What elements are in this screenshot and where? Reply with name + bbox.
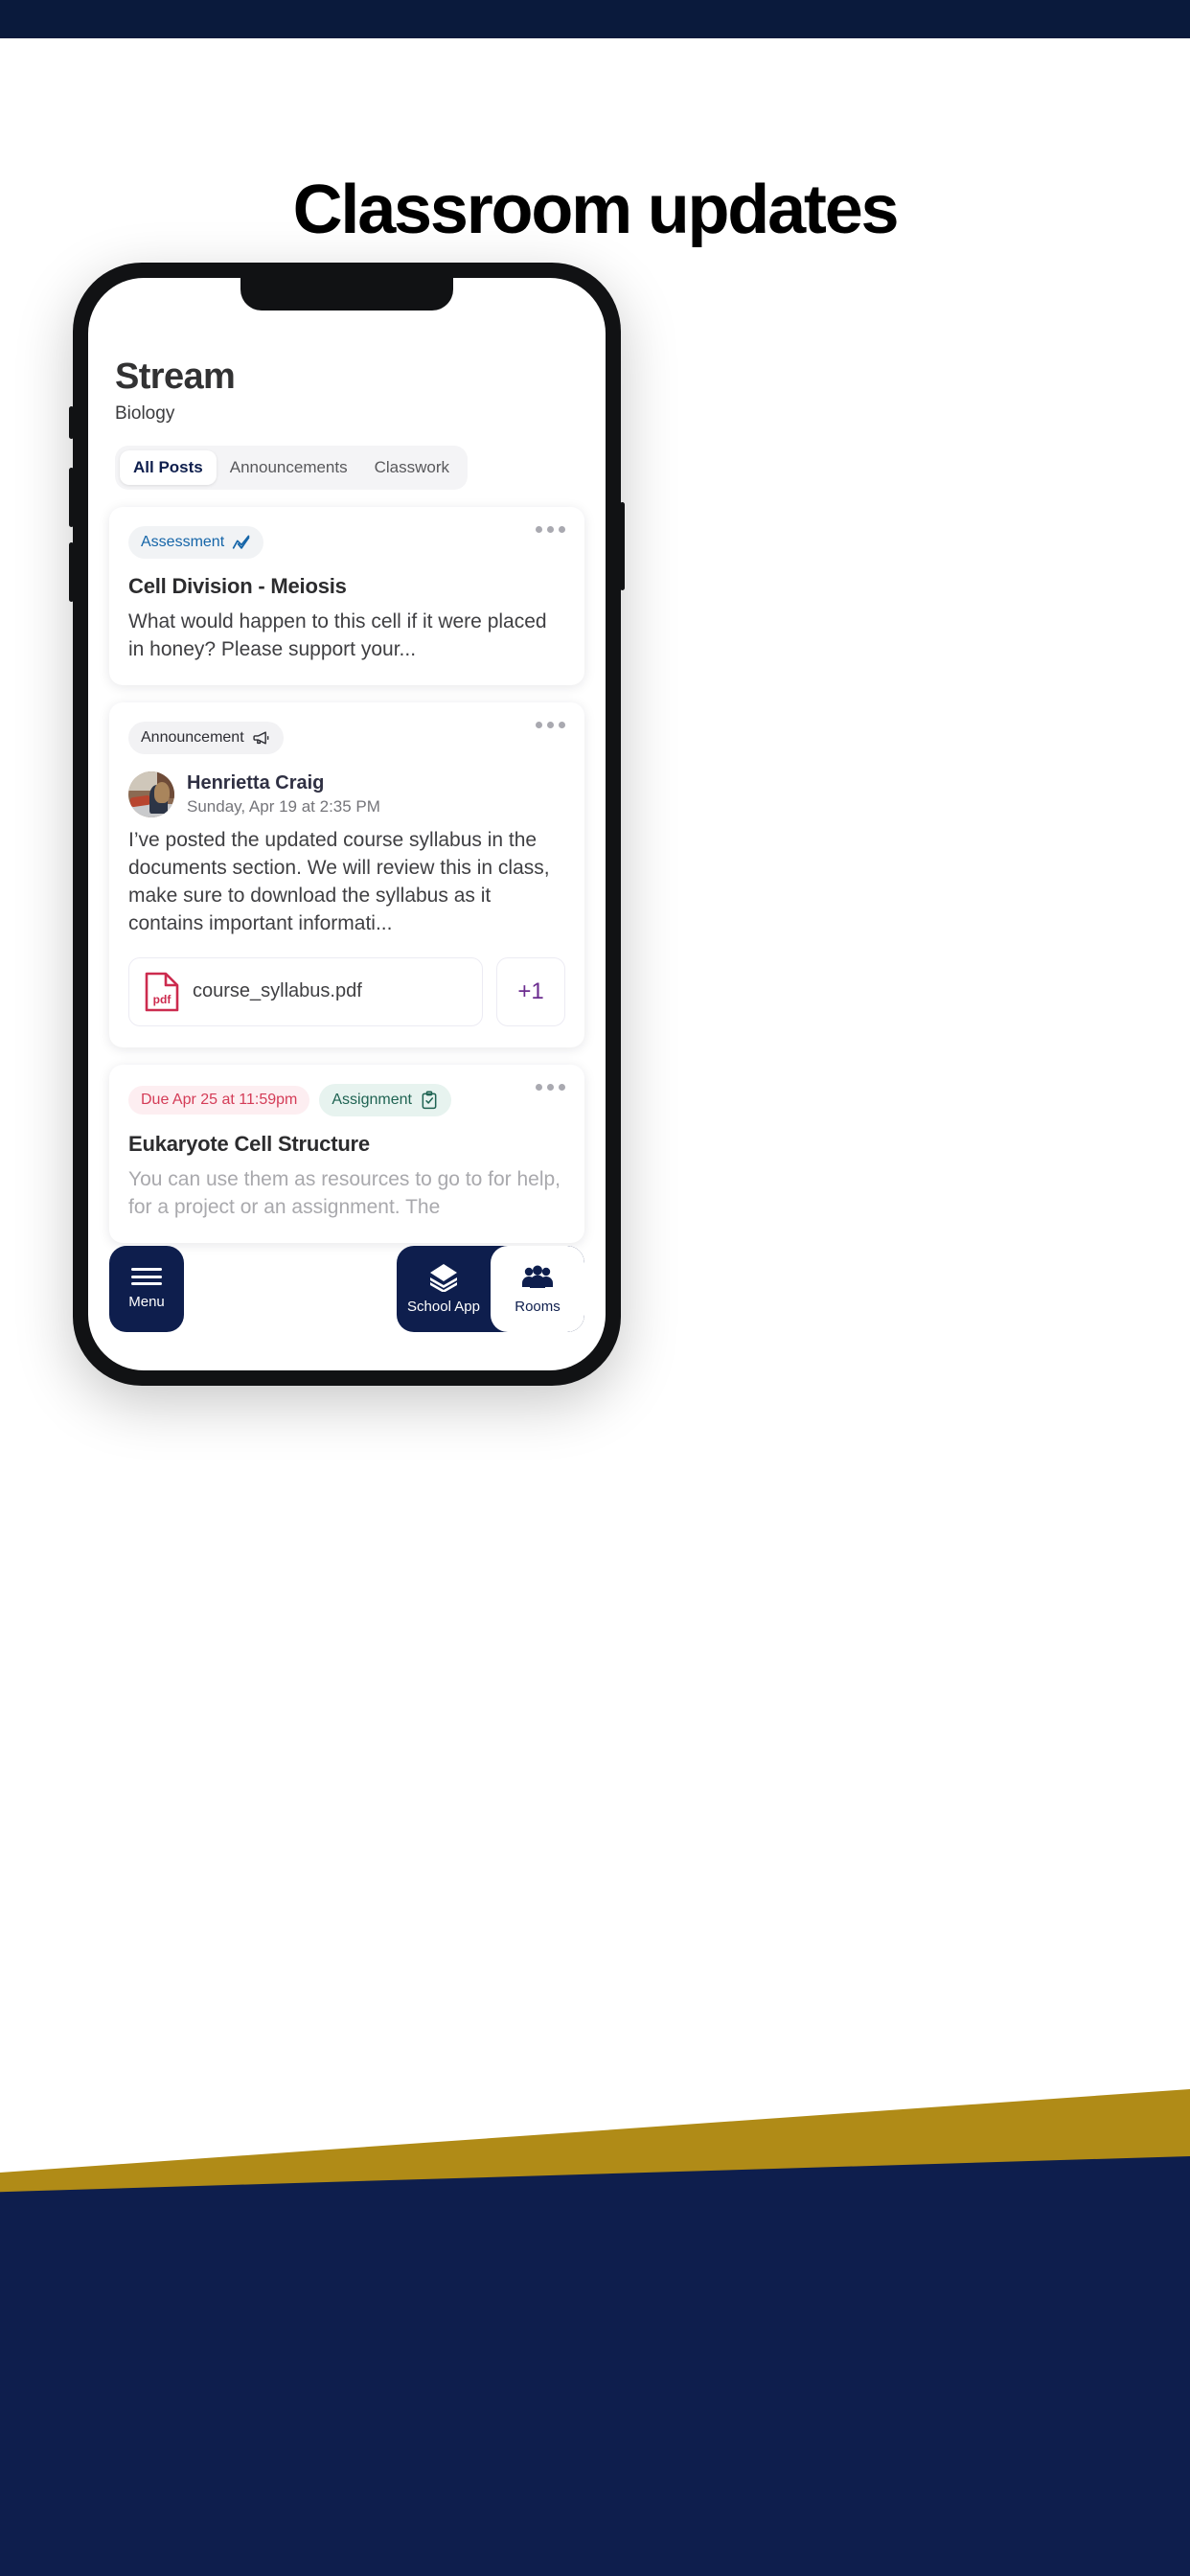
post-body: You can use them as resources to go to f… [128,1167,561,1218]
card-top-row: Due Apr 25 at 11:59pm Assignment [128,1083,565,1116]
author-name: Henrietta Craig [187,771,325,794]
nav-item-rooms[interactable]: Rooms [491,1246,584,1332]
bottom-navigation: Menu School App Rooms [88,1246,606,1332]
post-title: Cell Division - Meiosis [128,574,347,598]
tab-classwork[interactable]: Classwork [361,450,463,485]
pdf-file-icon: pdf [145,972,179,1012]
badge-label: Announcement [141,728,244,746]
badge-due-date: Due Apr 25 at 11:59pm [128,1085,310,1115]
menu-label: Menu [128,1294,165,1310]
filter-tabs: All Posts Announcements Classwork [115,446,469,490]
card-top-row: Assessment [128,526,565,559]
nav-label-school-app: School App [407,1299,480,1315]
kebab-menu-icon[interactable] [536,1083,565,1091]
badge-label: Assessment [141,534,225,550]
post-author: Henrietta Craig Sunday, Apr 19 at 2:35 P… [128,770,565,817]
phone-power-button [620,502,625,590]
tab-all-posts[interactable]: All Posts [120,450,217,485]
badge-assessment: Assessment [128,526,264,559]
badge-announcement: Announcement [128,721,284,754]
tab-announcements[interactable]: Announcements [217,450,361,485]
svg-text:pdf: pdf [153,993,172,1006]
trend-check-icon [232,533,251,552]
hamburger-icon [131,1268,162,1285]
phone-mockup: Stream Biology All Posts Announcements C… [69,263,625,1386]
post-body: I’ve posted the updated course syllabus … [128,828,550,934]
attachment-row: pdf course_syllabus.pdf +1 [128,956,565,1026]
post-card-announcement[interactable]: Announcement Henrietta Craig Sunday, Apr… [109,702,584,1047]
menu-button[interactable]: Menu [109,1246,184,1332]
classroom-app: Stream Biology All Posts Announcements C… [88,278,606,1370]
background-navy-panel [0,2193,1190,2576]
page-title: Stream [115,356,236,397]
phone-mute-switch [69,406,74,439]
post-timestamp: Sunday, Apr 19 at 2:35 PM [187,796,380,816]
post-card-assessment[interactable]: Assessment Cell Division - Meiosis What … [109,507,584,685]
top-accent-strip [0,0,1190,38]
badge-assignment: Assignment [319,1083,451,1116]
kebab-menu-icon[interactable] [536,721,565,728]
attachment-more-button[interactable]: +1 [496,956,565,1026]
kebab-menu-icon[interactable] [536,526,565,533]
layers-icon [426,1263,461,1292]
phone-volume-down-button [69,542,74,602]
badge-label: Assignment [332,1091,412,1108]
course-subtitle: Biology [115,403,175,424]
avatar-photo [128,770,174,817]
post-feed: Assessment Cell Division - Meiosis What … [109,507,584,1243]
post-title: Eukaryote Cell Structure [128,1131,370,1156]
phone-notch [240,278,453,310]
nav-label-rooms: Rooms [515,1299,561,1315]
attachment-course-syllabus[interactable]: pdf course_syllabus.pdf [128,956,483,1026]
page-headline: Classroom updates [292,172,900,248]
nav-item-school-app[interactable]: School App [397,1246,491,1332]
phone-volume-up-button [69,468,74,527]
nav-pill-group: School App Rooms [397,1246,584,1332]
people-icon [520,1263,555,1292]
attachment-filename: course_syllabus.pdf [193,980,362,1002]
megaphone-icon [252,728,271,748]
post-body: What would happen to this cell if it wer… [128,610,547,660]
card-top-row: Announcement [128,721,565,754]
post-card-assignment[interactable]: Due Apr 25 at 11:59pm Assignment Eukaryo… [109,1064,584,1243]
phone-screen: Stream Biology All Posts Announcements C… [88,278,606,1370]
clipboard-check-icon [420,1091,439,1110]
